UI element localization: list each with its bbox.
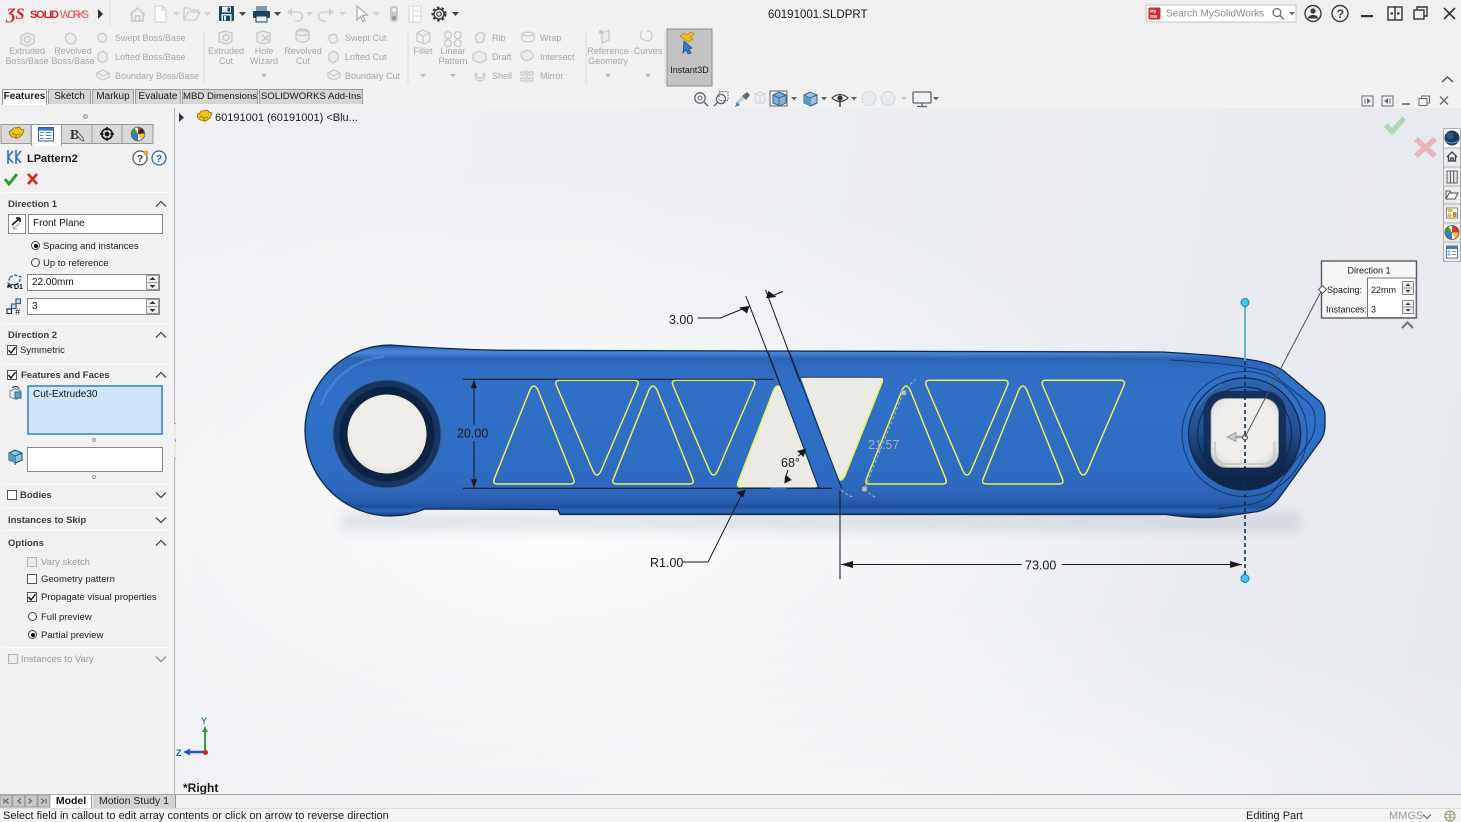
svg-text:73.00: 73.00 (1025, 559, 1056, 573)
svg-text:Swept Cut: Swept Cut (345, 33, 387, 43)
svg-text:Boss/Base: Boss/Base (51, 56, 94, 66)
svg-text:My: My (1150, 9, 1157, 14)
svg-text:Instances:: Instances: (1326, 305, 1367, 315)
svg-text:3.00: 3.00 (669, 313, 693, 327)
svg-text:Extruded: Extruded (9, 46, 45, 56)
svg-text:60191001.SLDPRT: 60191001.SLDPRT (768, 9, 868, 21)
svg-text:Linear: Linear (440, 46, 465, 56)
svg-text:R1.00: R1.00 (650, 556, 683, 570)
svg-text:Y: Y (201, 716, 207, 726)
svg-text:Revolved: Revolved (54, 46, 92, 56)
svg-text:Geometry: Geometry (588, 56, 628, 66)
svg-text:Reference: Reference (587, 46, 629, 56)
svg-text:Boundary Cut: Boundary Cut (345, 71, 401, 81)
svg-text:Revolved: Revolved (284, 46, 322, 56)
svg-text:Instant3D: Instant3D (670, 65, 709, 75)
svg-text:SW: SW (1150, 14, 1158, 19)
svg-text:Boundary Boss/Base: Boundary Boss/Base (115, 71, 199, 81)
svg-text:Search MySolidWorks: Search MySolidWorks (1166, 9, 1264, 20)
svg-text:Rib: Rib (492, 33, 506, 43)
svg-text:?: ? (137, 153, 143, 165)
svg-text:Lofted Boss/Base: Lofted Boss/Base (115, 52, 186, 62)
svg-text:ƷS: ƷS (5, 6, 25, 23)
svg-text:Wrap: Wrap (540, 33, 561, 43)
svg-text:SOLID: SOLID (30, 9, 59, 21)
svg-text:60191001 (60191001) <Blu...: 60191001 (60191001) <Blu... (215, 112, 358, 124)
svg-text:*Right: *Right (183, 781, 218, 794)
svg-text:Pattern: Pattern (438, 56, 467, 66)
svg-text:21.57: 21.57 (868, 438, 899, 452)
svg-text:Lofted Cut: Lofted Cut (345, 52, 387, 62)
svg-text:68°: 68° (781, 456, 800, 470)
svg-text:Intersect: Intersect (540, 52, 575, 62)
svg-text:?: ? (1337, 7, 1344, 21)
svg-text:Cut: Cut (219, 56, 234, 66)
svg-text:Direction 1: Direction 1 (1347, 266, 1390, 276)
svg-text:Fillet: Fillet (413, 46, 433, 56)
svg-text:D1: D1 (14, 284, 23, 291)
svg-text:3: 3 (1371, 305, 1376, 315)
svg-text:Boss/Base: Boss/Base (5, 56, 48, 66)
svg-text:WORKS: WORKS (60, 9, 89, 21)
svg-text:Curves: Curves (634, 46, 663, 56)
svg-text:Spacing:: Spacing: (1327, 285, 1362, 295)
svg-text:Wizard: Wizard (250, 56, 278, 66)
svg-text:Hole: Hole (255, 46, 274, 56)
svg-text:Swept Boss/Base: Swept Boss/Base (115, 33, 186, 43)
svg-text:20.00: 20.00 (457, 427, 488, 441)
svg-text:22mm: 22mm (1371, 285, 1396, 295)
svg-text:LPattern2: LPattern2 (27, 153, 78, 165)
svg-text:Mirror: Mirror (540, 71, 564, 81)
svg-text:Z: Z (176, 748, 182, 758)
svg-text:Shell: Shell (492, 71, 512, 81)
svg-text:Extruded: Extruded (208, 46, 244, 56)
svg-text:?: ? (156, 153, 162, 165)
svg-text:#: # (15, 307, 21, 316)
svg-text:Draft: Draft (492, 52, 512, 62)
svg-text:Cut: Cut (296, 56, 311, 66)
